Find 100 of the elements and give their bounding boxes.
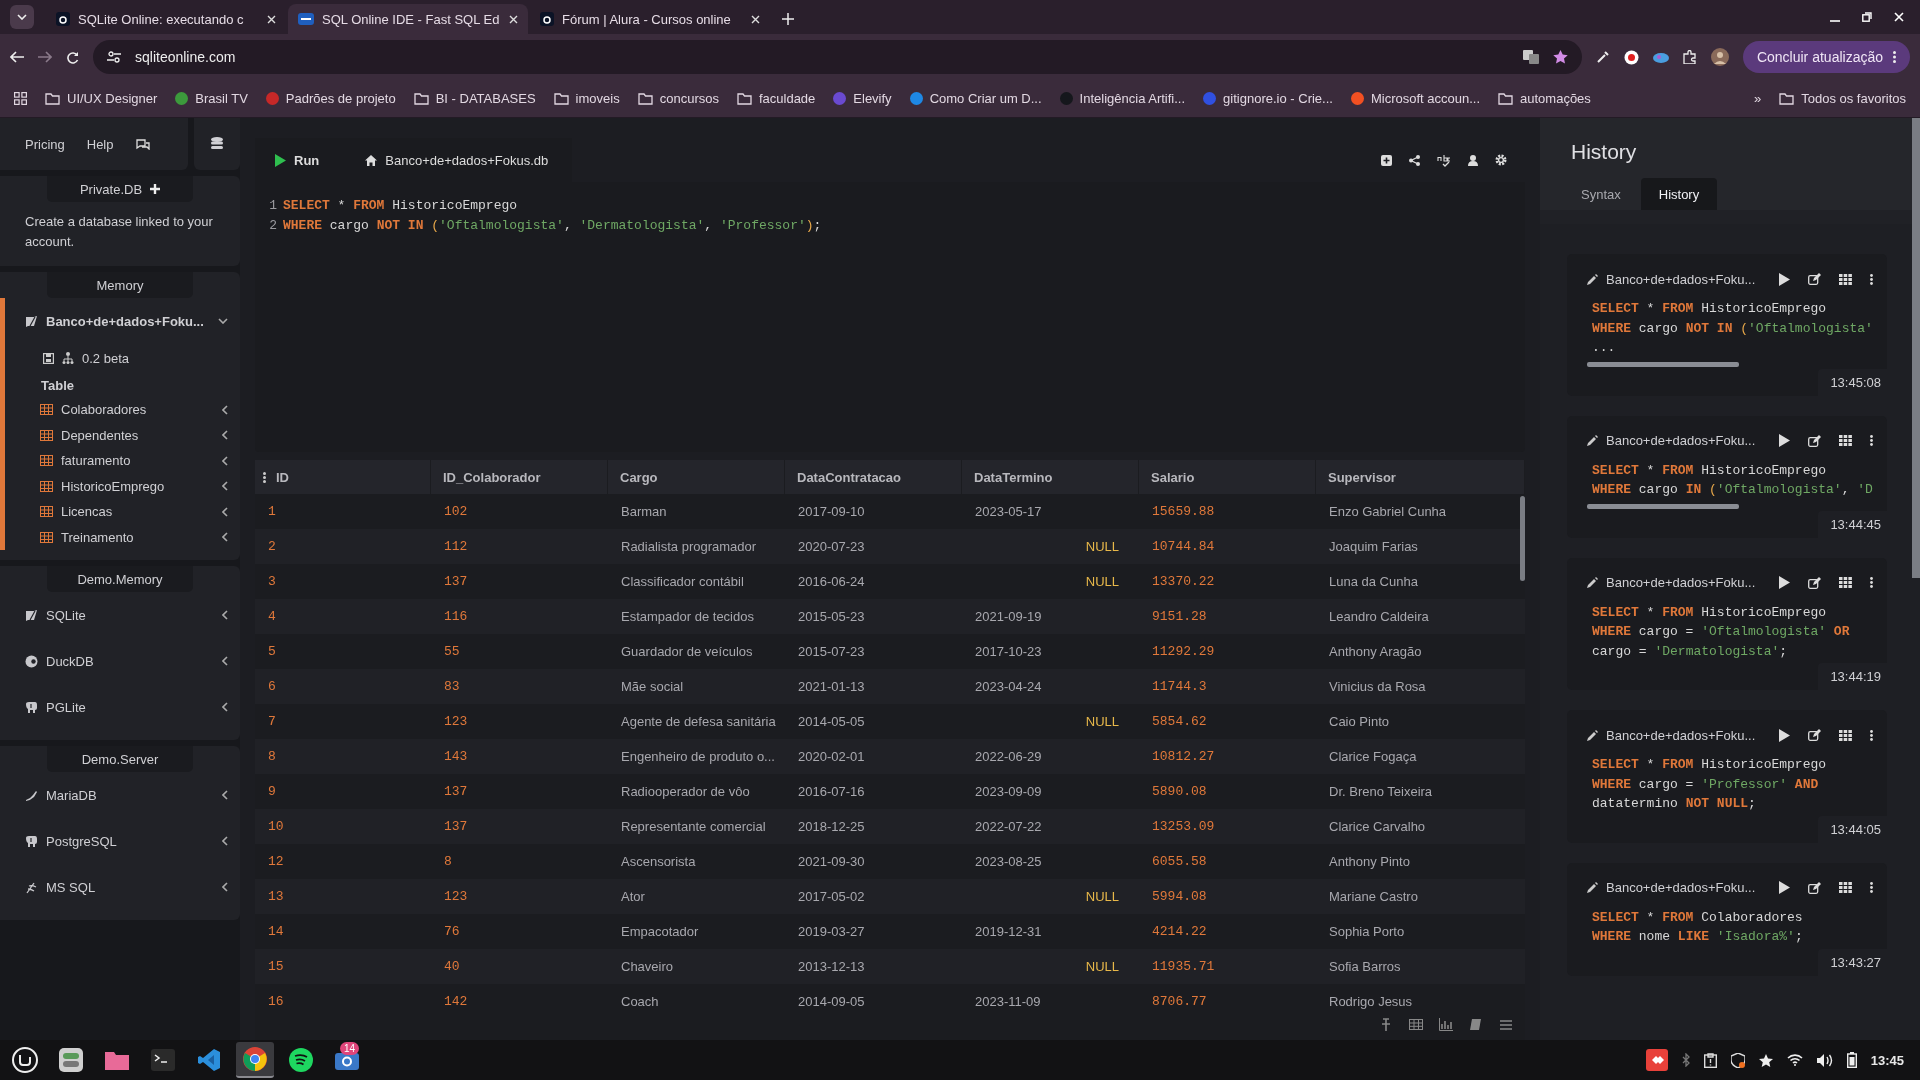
- edit-icon[interactable]: [1808, 881, 1821, 894]
- more-icon[interactable]: [1870, 882, 1873, 893]
- reload-icon[interactable]: [66, 50, 79, 64]
- spellcheck-icon[interactable]: [1437, 153, 1451, 167]
- more-icon[interactable]: [1870, 435, 1873, 446]
- database-item[interactable]: Banco+de+dados+Foku...: [5, 298, 240, 344]
- tab-list-button[interactable]: [10, 5, 34, 29]
- bookmark[interactable]: Todos os favoritos: [1779, 91, 1906, 106]
- bookmark[interactable]: Inteligência Artifi...: [1059, 91, 1186, 106]
- bookmark[interactable]: Brasil TV: [175, 91, 248, 106]
- remote-desktop-icon[interactable]: [1645, 1049, 1668, 1071]
- code-editor[interactable]: Run Banco+de+dados+Fokus.db 1 SELECT * FROM HistoricoEmprego 2 WHERE cargo NOT IN ('Oftalmologista', 'Dermatologista', 'Professor');: [255, 138, 1525, 452]
- pencil-icon[interactable]: [1587, 273, 1598, 285]
- table-item[interactable]: Treinamento: [5, 524, 240, 550]
- grid-icon[interactable]: [1839, 882, 1852, 893]
- address-bar[interactable]: sqliteonline.com: [93, 40, 1582, 74]
- save-icon[interactable]: [43, 352, 54, 364]
- run-icon[interactable]: [1779, 272, 1790, 286]
- close-icon[interactable]: [267, 14, 276, 24]
- more-icon[interactable]: [1870, 577, 1873, 588]
- column-header[interactable]: ID_Colaborador: [431, 460, 608, 494]
- scrollbar[interactable]: [1587, 361, 1739, 367]
- record-icon[interactable]: [1623, 49, 1639, 65]
- column-header[interactable]: Supervisor: [1316, 460, 1525, 494]
- bookmark[interactable]: imoveis: [553, 91, 620, 106]
- profile-avatar-icon[interactable]: [1710, 48, 1729, 66]
- column-header[interactable]: Cargo: [608, 460, 785, 494]
- edit-icon[interactable]: [1808, 576, 1821, 589]
- battery-icon[interactable]: [1846, 1052, 1857, 1068]
- panel-tab[interactable]: History: [1640, 178, 1718, 210]
- grid-icon[interactable]: [1839, 273, 1852, 285]
- star-icon[interactable]: [1758, 1053, 1773, 1067]
- nav-link[interactable]: Help: [86, 136, 114, 152]
- grid-icon[interactable]: [1839, 577, 1852, 588]
- taskbar-app[interactable]: 14: [328, 1042, 366, 1078]
- grid-icon[interactable]: [1839, 435, 1852, 446]
- add-icon[interactable]: [1381, 154, 1392, 166]
- more-icon[interactable]: [1870, 729, 1873, 741]
- bluetooth-icon[interactable]: [1681, 1053, 1690, 1067]
- column-header[interactable]: DataTermino: [962, 460, 1139, 494]
- scrollbar[interactable]: [1587, 503, 1739, 509]
- pencil-icon[interactable]: [1587, 577, 1598, 588]
- table-item[interactable]: Colaboradores: [5, 397, 240, 423]
- table-icon[interactable]: [1409, 1017, 1423, 1031]
- close-icon[interactable]: [751, 14, 760, 24]
- apps-grid-icon[interactable]: [14, 92, 27, 105]
- panel-tab[interactable]: Syntax: [1563, 178, 1639, 210]
- bookmark[interactable]: automações: [1498, 91, 1591, 106]
- extension-cloud-icon[interactable]: [1652, 51, 1669, 63]
- shield-icon[interactable]: [1730, 1052, 1745, 1068]
- column-header[interactable]: Salario: [1139, 460, 1316, 494]
- translate-icon[interactable]: [1522, 50, 1539, 64]
- update-button[interactable]: Concluir atualização: [1742, 41, 1910, 73]
- database-menu-button[interactable]: [194, 118, 240, 170]
- scrollbar[interactable]: [1912, 118, 1920, 578]
- more-bookmarks-button[interactable]: »: [1754, 91, 1762, 106]
- user-icon[interactable]: [1468, 154, 1478, 166]
- chat-icon[interactable]: [135, 138, 150, 150]
- chart-icon[interactable]: [1439, 1017, 1453, 1031]
- volume-icon[interactable]: [1816, 1053, 1833, 1067]
- table-item[interactable]: Dependentes: [5, 422, 240, 448]
- bookmark[interactable]: Elevify: [833, 91, 892, 106]
- new-tab-icon[interactable]: [782, 13, 794, 25]
- run-icon[interactable]: [1779, 881, 1790, 894]
- puzzle-icon[interactable]: [1682, 50, 1697, 64]
- bookmark-star-icon[interactable]: [1552, 50, 1568, 64]
- pencil-icon[interactable]: [1587, 882, 1598, 893]
- taskbar-app[interactable]: [236, 1042, 274, 1078]
- database-item[interactable]: DuckDB: [0, 638, 240, 684]
- run-icon[interactable]: [1779, 576, 1790, 589]
- wifi-icon[interactable]: [1786, 1054, 1803, 1066]
- share-icon[interactable]: [1409, 154, 1420, 166]
- browser-tab[interactable]: SQLite Online: executando c: [46, 4, 286, 34]
- nav-link[interactable]: Pricing: [25, 136, 65, 152]
- table-item[interactable]: Licencas: [5, 499, 240, 525]
- plus-icon[interactable]: [150, 184, 161, 194]
- clipboard-icon[interactable]: [1703, 1052, 1717, 1068]
- hierarchy-icon[interactable]: [62, 352, 74, 364]
- table-item[interactable]: HistoricoEmprego: [5, 473, 240, 499]
- database-item[interactable]: MS SQL: [0, 864, 240, 910]
- bookmark[interactable]: BI - DATABASES: [413, 91, 536, 106]
- forward-icon[interactable]: [38, 51, 52, 63]
- pin-icon[interactable]: [1379, 1017, 1393, 1031]
- column-header[interactable]: DataContratacao: [785, 460, 962, 494]
- pencil-icon[interactable]: [1587, 729, 1598, 741]
- bookmark[interactable]: UI/UX Designer: [45, 91, 158, 106]
- browser-tab[interactable]: SQL Online IDE - Fast SQL Ed: [288, 4, 528, 34]
- bookmark[interactable]: Padrões de projeto: [265, 91, 396, 106]
- browser-tab[interactable]: Fórum | Alura - Cursos online: [530, 4, 770, 34]
- close-icon[interactable]: [509, 14, 518, 24]
- column-header[interactable]: ID: [255, 460, 431, 494]
- database-item[interactable]: PGLite: [0, 684, 240, 730]
- grid-icon[interactable]: [1839, 729, 1852, 741]
- more-icon[interactable]: [1870, 273, 1873, 285]
- eyedropper-icon[interactable]: [1595, 50, 1610, 64]
- table-item[interactable]: faturamento: [5, 448, 240, 474]
- edit-icon[interactable]: [1808, 273, 1821, 285]
- edit-icon[interactable]: [1808, 729, 1821, 741]
- database-item[interactable]: MariaDB: [0, 772, 240, 818]
- run-icon[interactable]: [1779, 434, 1790, 447]
